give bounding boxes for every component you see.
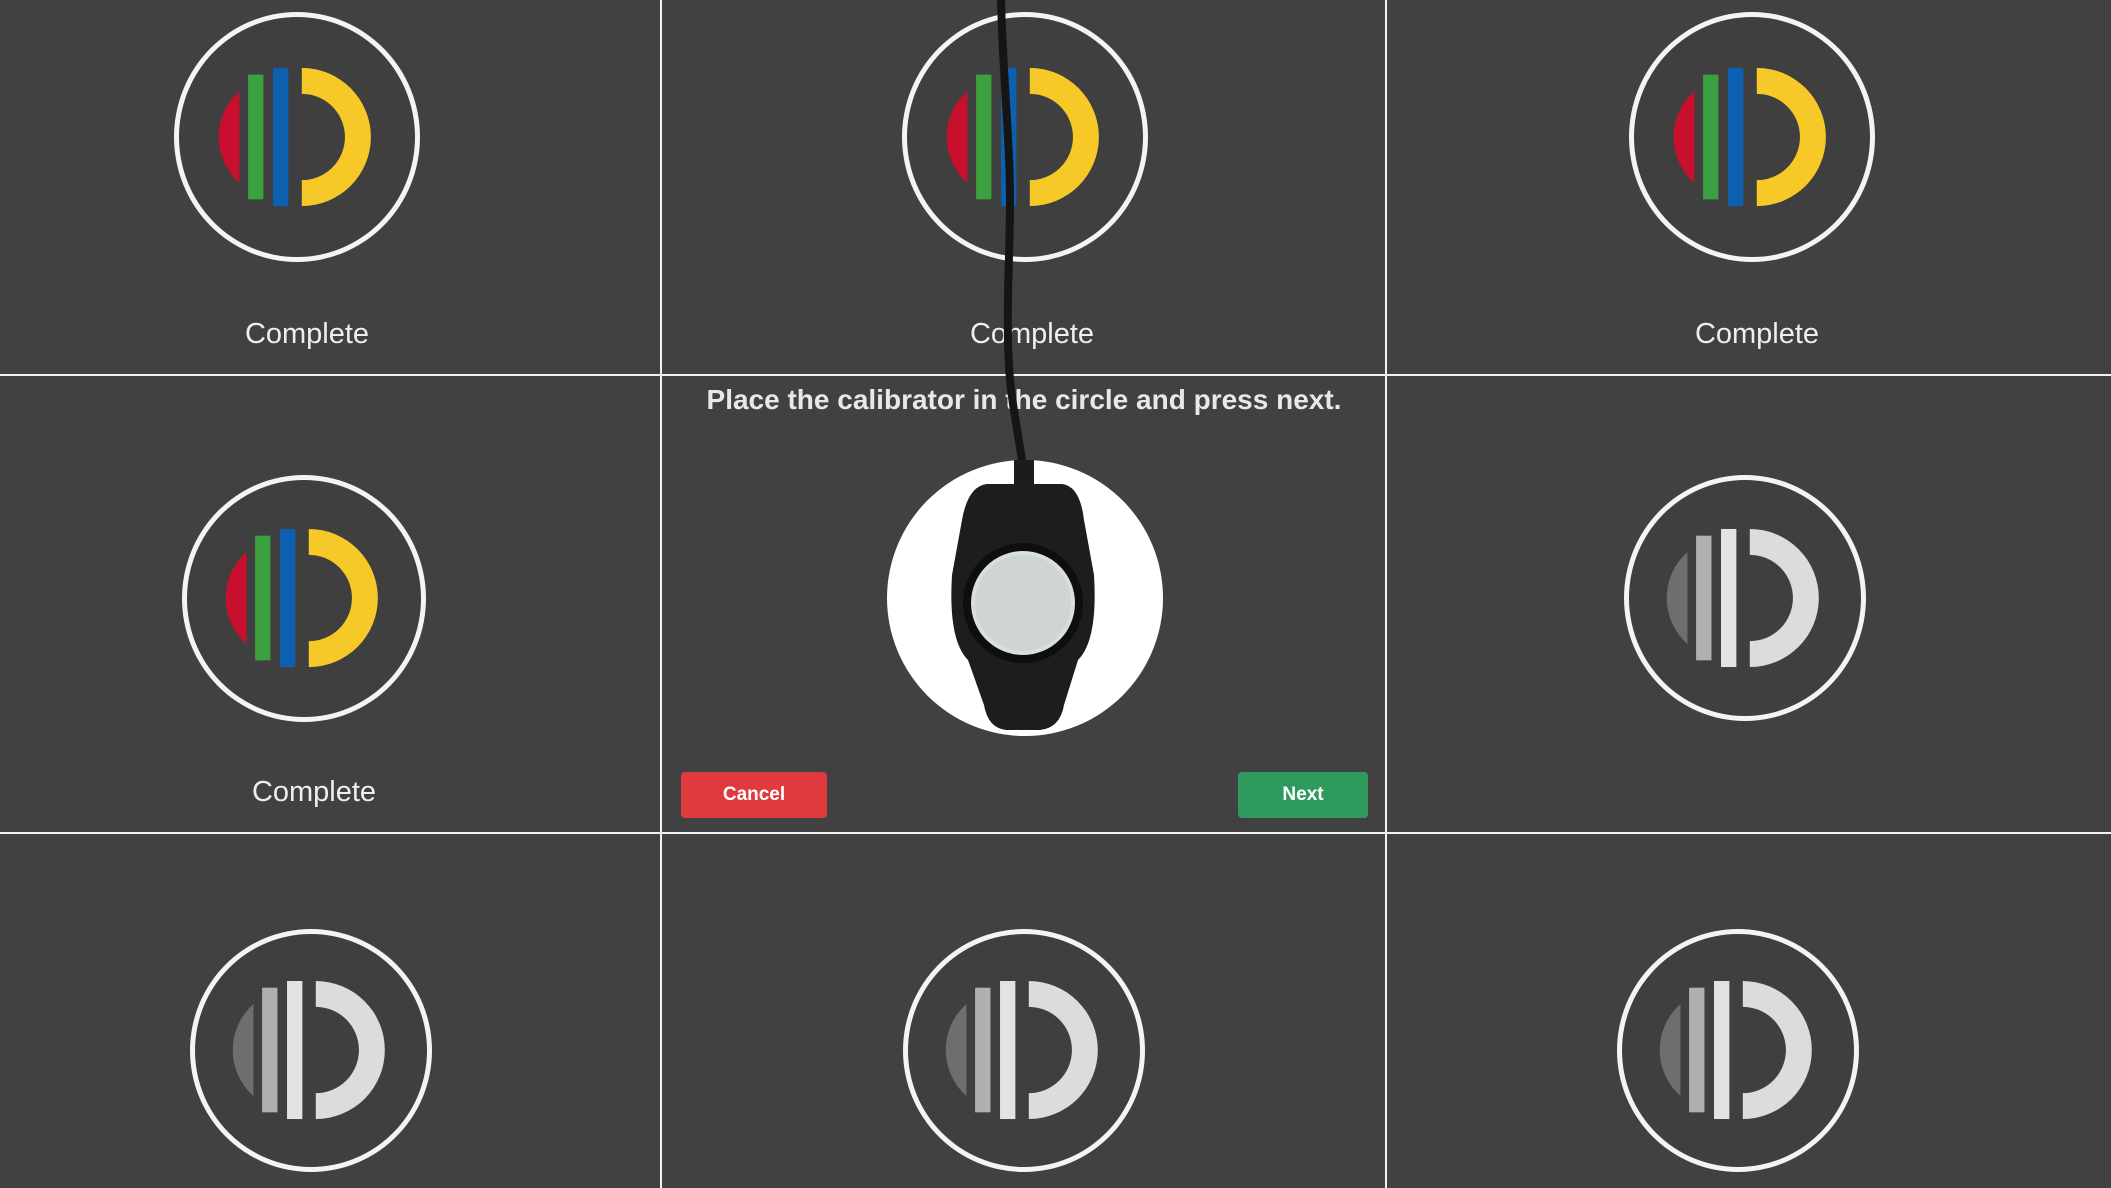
target-bottom-right	[1617, 929, 1859, 1172]
calibration-logo-gray-icon	[1666, 528, 1819, 668]
target-bottom-center	[903, 929, 1145, 1172]
next-button[interactable]: Next	[1238, 772, 1368, 818]
calibration-logo-gray-icon	[1659, 980, 1812, 1120]
cancel-button[interactable]: Cancel	[681, 772, 827, 818]
calibration-logo-gray-icon	[232, 980, 385, 1120]
target-middle-right	[1624, 475, 1866, 721]
target-bottom-left	[190, 929, 432, 1172]
calibration-logo-gray-icon	[945, 980, 1098, 1120]
